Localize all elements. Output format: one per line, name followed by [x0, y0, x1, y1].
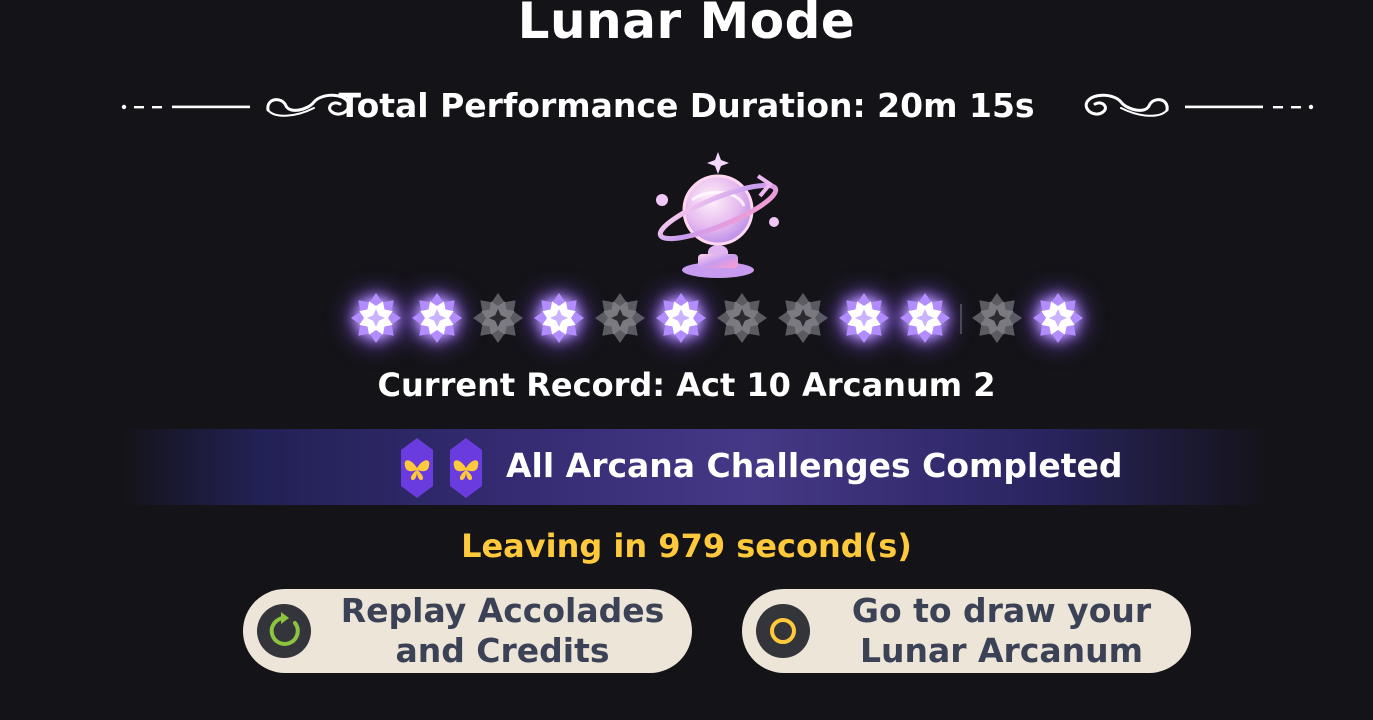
- star-lit-icon: [836, 290, 892, 346]
- draw-label-line1: Go to draw your: [851, 591, 1152, 630]
- replay-label-line2: and Credits: [395, 631, 610, 670]
- star-dim-icon: [969, 290, 1025, 346]
- star-lit-icon: [531, 290, 587, 346]
- butterfly-badge-icon: [450, 438, 482, 498]
- lunar-trophy-icon: [656, 152, 779, 278]
- stars-divider: [960, 304, 962, 334]
- star-lit-icon: [1030, 290, 1086, 346]
- star-lit-icon: [348, 290, 404, 346]
- replay-icon: [257, 604, 311, 658]
- results-screen: Lunar Mode Total Performance Duration: 2…: [0, 0, 1373, 720]
- draw-button-label: Go to draw your Lunar Arcanum: [826, 589, 1177, 673]
- draw-label-line2: Lunar Arcanum: [859, 631, 1144, 670]
- star-dim-icon: [775, 290, 831, 346]
- star-lit-icon: [653, 290, 709, 346]
- duration-row: Total Performance Duration: 20m 15s: [0, 82, 1373, 126]
- replay-label-line1: Replay Accolades: [340, 591, 665, 630]
- page-title: Lunar Mode: [517, 0, 856, 50]
- star-lit-icon: [409, 290, 465, 346]
- star-dim-icon: [470, 290, 526, 346]
- replay-accolades-button[interactable]: Replay Accolades and Credits: [243, 589, 692, 673]
- ornament-right-icon: [1084, 93, 1314, 117]
- ring-icon: [756, 604, 810, 658]
- draw-lunar-arcanum-button[interactable]: Go to draw your Lunar Arcanum: [742, 589, 1191, 673]
- star-dim-icon: [714, 290, 770, 346]
- arcana-stars-row: [0, 290, 1373, 350]
- replay-button-label: Replay Accolades and Credits: [327, 589, 678, 673]
- current-record-label: Current Record: Act 10 Arcanum 2: [377, 366, 996, 404]
- star-lit-icon: [897, 290, 953, 346]
- star-dim-icon: [592, 290, 648, 346]
- butterfly-badge-icon: [401, 438, 433, 498]
- completion-banner-text: All Arcana Challenges Completed: [506, 446, 1123, 485]
- leaving-countdown: Leaving in 979 second(s): [461, 527, 912, 565]
